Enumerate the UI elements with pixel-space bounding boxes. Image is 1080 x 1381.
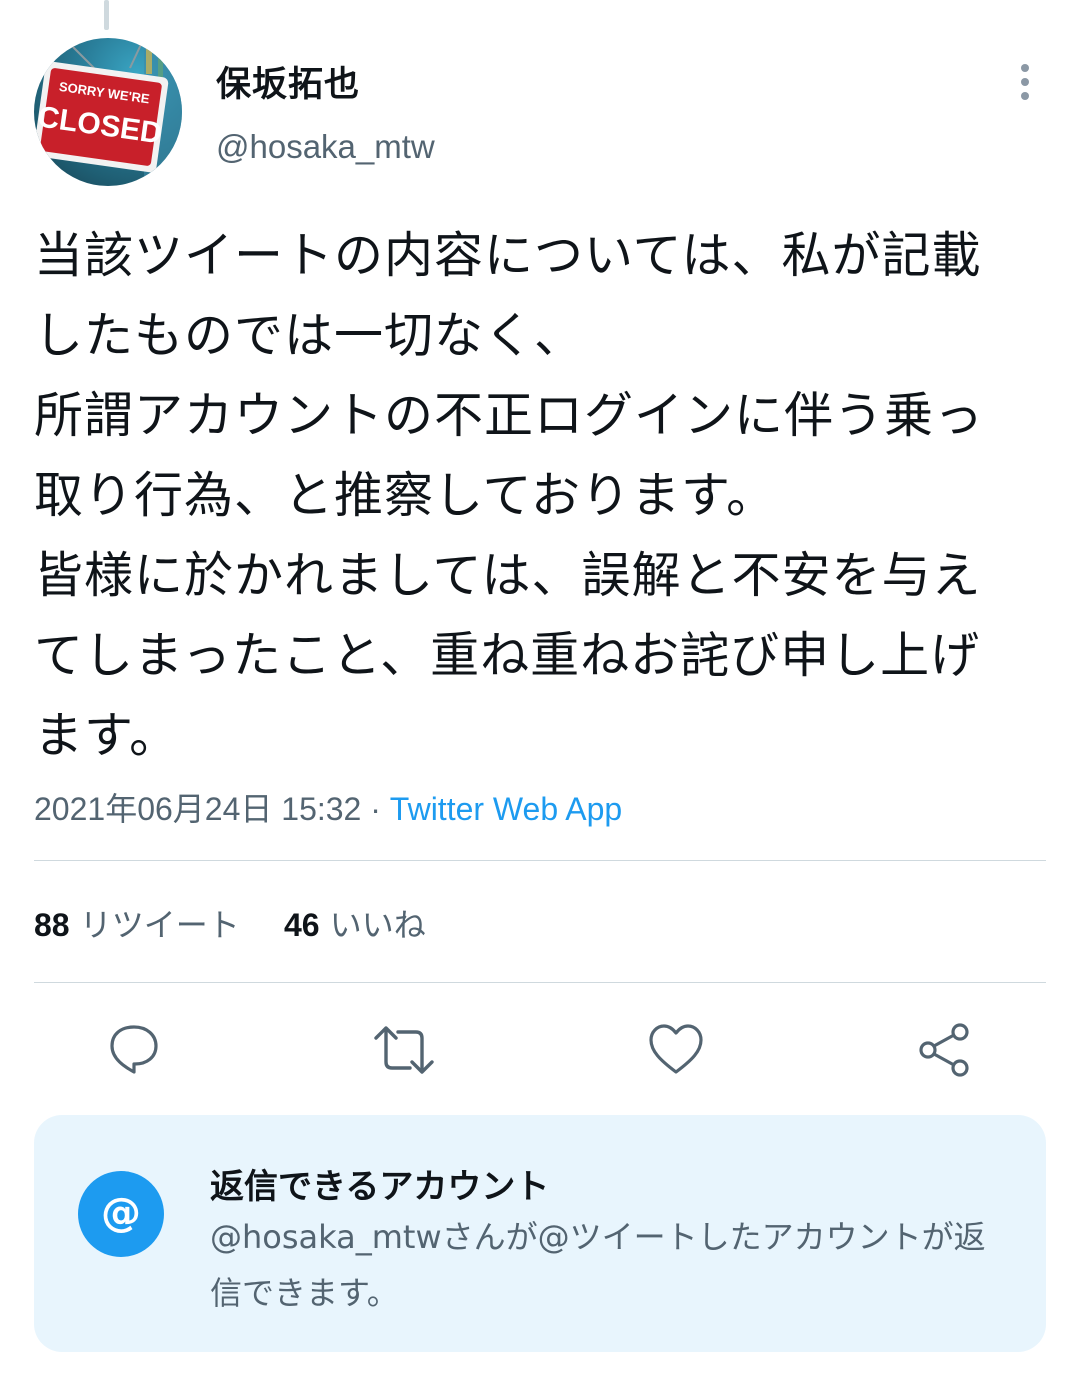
more-vertical-icon bbox=[1021, 64, 1029, 100]
retweet-stat[interactable]: 88 リツイート bbox=[34, 900, 240, 946]
retweet-button[interactable] bbox=[372, 1020, 434, 1080]
tweet-timestamp[interactable]: 2021年06月24日 15:32 bbox=[34, 791, 361, 827]
author-handle[interactable]: @hosaka_mtw bbox=[216, 128, 435, 166]
tweet-text-line: 所謂アカウントの不正ログインに伴う乗っ bbox=[34, 387, 985, 444]
tweet-text-line: 取り行為、と推察しております。 bbox=[34, 467, 777, 524]
reply-restriction-description: @hosaka_mtwさんが@ツイートしたアカウントが返信できます。 bbox=[210, 1218, 986, 1312]
engagement-stats: 88 リツイート 46 いいね bbox=[34, 900, 460, 946]
reply-restriction-panel: @ 返信できるアカウント @hosaka_mtwさんが@ツイートしたアカウントが… bbox=[34, 1115, 1046, 1352]
tweet-text-line: 当該ツイートの内容については、私が記載 bbox=[34, 227, 982, 284]
tweet-text-line: したものでは一切なく、 bbox=[34, 307, 585, 364]
divider bbox=[34, 982, 1046, 983]
tweet-text-line: てしまったこと、重ね重ねお詫び申し上げ bbox=[34, 627, 981, 684]
avatar[interactable]: SORRY WE'RE CLOSED bbox=[34, 38, 182, 186]
like-label: いいね bbox=[329, 906, 426, 944]
reply-restriction-title: 返信できるアカウント bbox=[210, 1167, 550, 1207]
tweet-source-link[interactable]: Twitter Web App bbox=[390, 791, 622, 827]
tweet-meta-row: 2021年06月24日 15:32 · Twitter Web App bbox=[34, 784, 622, 830]
like-stat[interactable]: 46 いいね bbox=[284, 900, 426, 946]
divider bbox=[34, 860, 1046, 861]
like-count: 46 bbox=[283, 907, 320, 943]
retweet-count: 88 bbox=[34, 907, 70, 943]
retweet-icon bbox=[374, 1026, 434, 1074]
tweet-text-line: ます。 bbox=[34, 707, 180, 764]
reply-bubble-icon bbox=[110, 1025, 158, 1074]
tweet-text: 当該ツイートの内容については、私が記載 したものでは一切なく、 所謂アカウントの… bbox=[34, 216, 1044, 776]
meta-separator: · bbox=[361, 791, 390, 827]
tweet-text-line: 皆様に於かれましては、誤解と不安を与え bbox=[34, 547, 982, 604]
at-sign-icon: @ bbox=[78, 1171, 164, 1257]
more-options-button[interactable] bbox=[1006, 60, 1044, 104]
reply-button[interactable] bbox=[104, 1020, 164, 1080]
like-button[interactable] bbox=[646, 1020, 706, 1080]
thread-connector-line bbox=[104, 0, 109, 30]
share-icon bbox=[919, 1023, 969, 1077]
retweet-label: リツイート bbox=[79, 906, 240, 944]
author-display-name[interactable]: 保坂拓也 bbox=[216, 56, 360, 107]
share-button[interactable] bbox=[914, 1020, 974, 1080]
closed-sign-avatar-image: SORRY WE'RE CLOSED bbox=[34, 38, 182, 186]
heart-icon bbox=[649, 1024, 703, 1074]
